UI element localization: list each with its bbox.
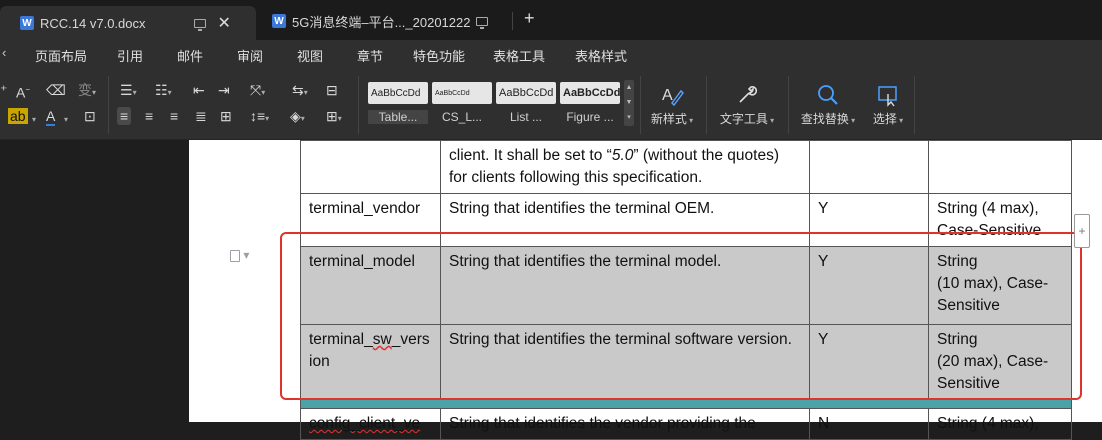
menu-sections[interactable]: 章节: [357, 46, 383, 65]
style-cs-l[interactable]: AaBbCcDd CS_L...: [432, 82, 492, 126]
tab-document-active[interactable]: W RCC.14 v7.0.docx ✕: [0, 6, 256, 40]
table-cell[interactable]: String (4 max),: [928, 408, 1072, 440]
menu-mailings[interactable]: 邮件: [177, 46, 203, 65]
toolbar-divider: [358, 76, 359, 134]
menu-page-layout[interactable]: 页面布局: [35, 46, 87, 65]
table-cell[interactable]: client. It shall be set to “5.0” (withou…: [440, 140, 810, 194]
search-icon: [796, 80, 860, 110]
menu-view[interactable]: 视图: [297, 46, 323, 65]
chevron-down-icon[interactable]: ▾: [32, 112, 36, 128]
find-replace-button[interactable]: 查找替换 ▾: [796, 80, 860, 127]
style-sample: AaBbCcDd: [496, 82, 556, 104]
cell-text: config_client_ve: [309, 415, 421, 432]
style-list[interactable]: AaBbCcDd List ...: [496, 82, 556, 126]
table-cell[interactable]: N: [809, 408, 929, 440]
style-name: Figure ...: [566, 110, 614, 124]
line-spacing-icon[interactable]: ↕≡▾: [250, 108, 269, 127]
style-sample: AaBbCcDd: [368, 82, 428, 104]
phonetic-guide-icon[interactable]: 变▾: [78, 82, 96, 101]
new-tab-plus-icon[interactable]: +: [524, 8, 535, 29]
menu-review[interactable]: 审阅: [237, 46, 263, 65]
style-figure[interactable]: AaBbCcDd Figure ...: [560, 82, 620, 126]
sort-icon[interactable]: ⇆▾: [292, 82, 308, 101]
table-cell[interactable]: [928, 140, 1072, 194]
numbered-list-icon[interactable]: ☷▾: [155, 82, 172, 101]
word-doc-icon: W: [20, 16, 34, 30]
shading-icon[interactable]: ◈▾: [290, 108, 305, 127]
toolbar-divider: [640, 76, 641, 134]
find-replace-label: 查找替换: [800, 112, 849, 126]
toolbar-divider: [788, 76, 789, 134]
align-center-icon[interactable]: ≡: [145, 108, 153, 124]
superscript-icon[interactable]: ⁺: [0, 82, 7, 98]
tab-title: RCC.14 v7.0.docx: [40, 15, 146, 31]
new-style-icon: A: [646, 80, 698, 110]
text-tools-button[interactable]: 文字工具 ▾: [714, 80, 780, 127]
table-cell[interactable]: [809, 140, 929, 194]
justify-icon[interactable]: ≣: [195, 108, 207, 124]
style-name: Table...: [368, 110, 428, 124]
wrench-icon: [714, 80, 780, 110]
bullet-list-icon[interactable]: ☰▾: [120, 82, 137, 101]
menu-special-features[interactable]: 特色功能: [413, 46, 465, 65]
toolbar-divider: [914, 76, 915, 134]
annotation-highlight-box: [280, 232, 1082, 400]
table-row: client. It shall be set to “5.0” (withou…: [300, 140, 1072, 194]
menu-references[interactable]: 引用: [117, 46, 143, 65]
word-doc-icon: W: [272, 14, 286, 28]
ribbon-menu: ‹ 页面布局 引用 邮件 审阅 视图 章节 特色功能 表格工具 表格样式: [0, 40, 1102, 68]
selection-line: [300, 399, 1072, 409]
add-column-handle[interactable]: +: [1074, 214, 1090, 248]
font-color-icon[interactable]: A: [46, 108, 56, 126]
select-button[interactable]: 选择 ▾: [868, 80, 908, 127]
character-border-icon[interactable]: ⊡: [84, 108, 96, 124]
select-label: 选择: [872, 112, 897, 126]
style-sample: AaBbCcDd: [560, 82, 620, 104]
style-name: CS_L...: [441, 110, 483, 124]
menu-table-tools[interactable]: 表格工具: [493, 46, 545, 65]
style-table[interactable]: AaBbCcDd Table...: [368, 82, 428, 126]
tab-bar: W RCC.14 v7.0.docx ✕ W 5G消息终端–平台..._2020…: [0, 0, 1102, 40]
paragraph-handle-icon[interactable]: ▾: [230, 248, 249, 262]
cell-text: client. It shall be set to “5.0” (withou…: [449, 147, 779, 186]
table-row: config_client_ve String that identifies …: [300, 408, 1072, 440]
toolbar: ⁺ A− ⌫ 变▾ ☰▾ ☷▾ ⇤ ⇥ ⤧▾ ⇆▾ ⊟ ab ▾ A ▾ ⊡ ≡ ≡…: [0, 68, 1102, 140]
text-direction-icon[interactable]: ⤧▾: [250, 82, 265, 101]
eraser-icon[interactable]: ⌫: [46, 82, 66, 98]
style-gallery-scroll[interactable]: ▲ ▼ ▾: [624, 80, 634, 126]
menu-table-styles[interactable]: 表格样式: [575, 46, 627, 65]
toolbar-divider: [706, 76, 707, 134]
text-tools-label: 文字工具: [719, 112, 768, 126]
align-right-icon[interactable]: ≡: [170, 108, 178, 124]
new-style-label: 新样式: [650, 112, 687, 126]
tab-document[interactable]: W 5G消息终端–平台..._20201222: [272, 6, 512, 36]
increase-indent-icon[interactable]: ⇥: [218, 82, 230, 98]
font-size-decrease-icon[interactable]: A−: [16, 82, 30, 101]
tab-title: 5G消息终端–平台..._20201222: [292, 14, 471, 30]
show-marks-icon[interactable]: ⊟: [326, 82, 338, 98]
borders-icon[interactable]: ⊞▾: [326, 108, 342, 127]
table-cell[interactable]: [300, 140, 441, 194]
monitor-icon[interactable]: [476, 16, 489, 29]
select-icon: [868, 80, 908, 110]
toolbar-divider: [108, 76, 109, 134]
chevron-left-icon[interactable]: ‹: [2, 45, 6, 60]
table-cell[interactable]: config_client_ve: [300, 408, 441, 440]
style-name: List ...: [509, 110, 542, 124]
highlight-icon[interactable]: ab: [8, 108, 28, 124]
distributed-icon[interactable]: ⊞: [220, 108, 232, 124]
align-left-icon[interactable]: ≡: [117, 107, 132, 125]
style-sample: AaBbCcDd: [432, 82, 492, 104]
svg-text:A: A: [662, 87, 673, 104]
table-cell[interactable]: String that identifies the vendor provid…: [440, 408, 810, 440]
tab-divider: [512, 12, 513, 30]
decrease-indent-icon[interactable]: ⇤: [193, 82, 205, 98]
chevron-down-icon[interactable]: ▾: [64, 112, 68, 128]
monitor-icon[interactable]: [193, 18, 206, 31]
new-style-button[interactable]: A 新样式 ▾: [646, 80, 698, 127]
close-icon[interactable]: ✕: [218, 13, 231, 33]
style-gallery: AaBbCcDd Table... AaBbCcDd CS_L... AaBbC…: [366, 80, 636, 128]
